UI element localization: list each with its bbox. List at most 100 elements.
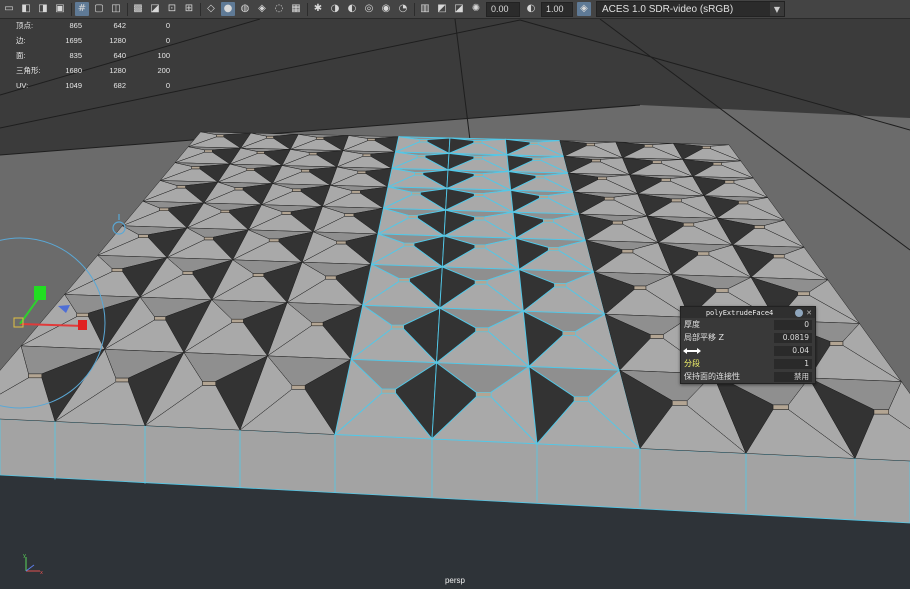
channel-box-titlebar[interactable]: polyExtrudeFace4 ✕ xyxy=(681,307,815,318)
channel-value-field[interactable]: 禁用 xyxy=(774,371,812,382)
motion-blur-icon[interactable]: ◎ xyxy=(362,2,376,16)
channel-value-field[interactable]: 0.04 xyxy=(774,345,812,356)
multisample-aa-icon[interactable]: ◉ xyxy=(379,2,393,16)
hud-stat-value: 1049 xyxy=(65,81,82,90)
exposure-icon[interactable]: ✺ xyxy=(469,2,483,16)
pyramid-cap xyxy=(411,191,421,196)
smooth-shade-icon[interactable]: ● xyxy=(221,2,235,16)
pyramid-cap xyxy=(182,271,194,275)
pyramid-cap xyxy=(754,225,765,229)
pyramid-cap xyxy=(220,209,230,213)
viewport-panel[interactable]: ▭ ◧ ◨ ▣ # ▢ ◫ ▩ ◪ ⊡ ⊞ ◇ ● ◍ ◈ ◌ ▦ ✱ ◑ ◐ ◎ ◉ ◔ ▥ ◩ ◪ ✺ 0.00 ◐ 1.00 ◈ ACE… xyxy=(0,0,910,589)
gate-mask-icon[interactable]: ▩ xyxy=(131,2,145,16)
hud-stat-row: 面: 835 640 100 xyxy=(16,48,184,63)
channel-row[interactable]: 局部平移 Z 0.0819 xyxy=(681,331,815,344)
view-transform-icon[interactable]: ◈ xyxy=(577,2,591,16)
hud-stat-label: 三角形: xyxy=(16,66,41,75)
pyramid-cap xyxy=(362,153,371,157)
pyramid-cap xyxy=(159,207,169,211)
channel-row[interactable]: 厚度 0 xyxy=(681,318,815,331)
axis-indicator-icon: y x xyxy=(23,553,43,576)
chevron-down-icon[interactable]: ▼ xyxy=(770,2,784,16)
pyramid-cap xyxy=(586,143,595,147)
pyramid-cap xyxy=(702,146,711,149)
lighting-icon[interactable]: ✱ xyxy=(311,2,325,16)
pyramid-cap xyxy=(291,385,306,390)
pin-icon[interactable] xyxy=(795,308,804,317)
pyramid-cap xyxy=(554,283,567,288)
pyramid-cap xyxy=(381,388,396,394)
pyramid-cap xyxy=(76,312,89,317)
pyramid-cap xyxy=(292,188,302,192)
pyramid-cap xyxy=(138,234,149,238)
xray-active-icon[interactable]: ◪ xyxy=(452,2,466,16)
pyramid-cap xyxy=(591,159,601,163)
pyramid-cap xyxy=(473,140,483,144)
safe-action-icon[interactable]: ⊡ xyxy=(165,2,179,16)
depth-of-field-icon[interactable]: ◔ xyxy=(396,2,410,16)
exposure-field[interactable]: 0.00 xyxy=(486,1,520,17)
pyramid-cap xyxy=(216,134,224,138)
gamma-icon[interactable]: ◐ xyxy=(524,2,538,16)
pyramid-cap xyxy=(344,213,355,217)
toolbar-separator xyxy=(414,2,415,16)
toolbar-separator xyxy=(307,2,308,16)
pyramid-cap xyxy=(661,178,671,182)
pyramid-cap xyxy=(683,222,695,227)
pyramid-cap xyxy=(473,156,483,160)
bookmark-icon[interactable]: ◧ xyxy=(19,2,33,16)
camera-attributes-icon[interactable]: ◨ xyxy=(36,2,50,16)
grid-icon[interactable]: # xyxy=(75,2,89,16)
channel-value-field[interactable]: 1 xyxy=(774,358,812,369)
channel-value-field[interactable]: 0 xyxy=(774,319,812,330)
wireframe-icon[interactable]: ◇ xyxy=(204,2,218,16)
xray-joints-icon[interactable]: ◩ xyxy=(435,2,449,16)
pyramid-cap xyxy=(403,242,415,247)
channel-value-field[interactable]: 0.0819 xyxy=(774,332,812,343)
screen-space-ao-icon[interactable]: ◐ xyxy=(345,2,359,16)
pyramid-cap xyxy=(644,144,654,148)
channel-label: 分段 xyxy=(684,359,700,368)
pyramid-cap xyxy=(111,268,123,272)
channel-label: 局部平移 Z xyxy=(684,333,725,342)
isolate-select-icon[interactable]: ▥ xyxy=(418,2,432,16)
pyramid-cap xyxy=(176,185,186,189)
pyramid-cap xyxy=(597,176,607,180)
drag-arrows-icon[interactable] xyxy=(682,347,702,355)
in-view-channel-box[interactable]: polyExtrudeFace4 ✕ 厚度 0 局部平移 Z 0.0819 0.04 分段… xyxy=(680,306,816,384)
pyramid-cap xyxy=(476,392,492,398)
gamma-field[interactable]: 1.00 xyxy=(541,1,573,17)
pyramid-cap xyxy=(414,172,424,176)
resolution-gate-icon[interactable]: ◫ xyxy=(109,2,123,16)
close-icon[interactable]: ✕ xyxy=(806,309,812,317)
colorspace-dropdown[interactable]: ACES 1.0 SDR-video (sRGB) ▼ xyxy=(596,1,785,17)
pyramid-cap xyxy=(532,157,542,161)
pyramid-cap xyxy=(633,285,647,290)
pyramid-cap xyxy=(612,220,623,225)
pyramid-cap xyxy=(204,149,213,153)
pyramid-cap xyxy=(203,236,214,241)
shadows-icon[interactable]: ◑ xyxy=(328,2,342,16)
wireframe-on-shaded-icon[interactable]: ◈ xyxy=(255,2,269,16)
pyramid-cap xyxy=(573,396,589,402)
toolbar-separator xyxy=(200,2,201,16)
field-chart-icon[interactable]: ◪ xyxy=(148,2,162,16)
hud-stat-label: UV: xyxy=(16,81,29,90)
camera-icon[interactable]: ▭ xyxy=(2,2,16,16)
safe-title-icon[interactable]: ⊞ xyxy=(182,2,196,16)
pyramid-cap xyxy=(416,155,426,158)
image-plane-icon[interactable]: ▣ xyxy=(53,2,67,16)
pyramid-cap xyxy=(474,244,486,249)
textured-icon[interactable]: ▦ xyxy=(289,2,303,16)
xray-icon[interactable]: ◌ xyxy=(272,2,286,16)
hud-stat-label: 面: xyxy=(16,51,26,60)
channel-row[interactable]: 分段 1 xyxy=(681,357,815,370)
pyramid-cap xyxy=(325,275,337,280)
use-default-material-icon[interactable]: ◍ xyxy=(238,2,252,16)
pyramid-cap xyxy=(115,377,129,383)
pyramid-cap xyxy=(772,404,789,410)
toolbar-separator xyxy=(71,2,72,16)
film-gate-icon[interactable]: ▢ xyxy=(92,2,106,16)
pyramid-cap xyxy=(246,168,255,171)
channel-row[interactable]: 保持面的连接性 禁用 xyxy=(681,370,815,383)
